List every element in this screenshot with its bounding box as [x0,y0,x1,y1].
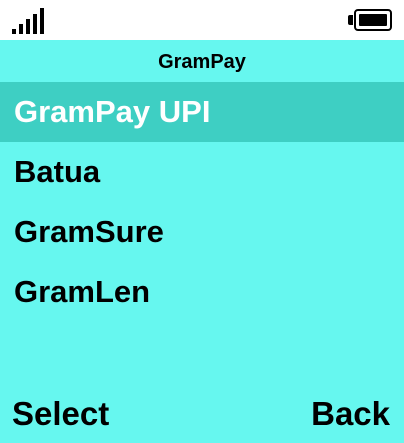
back-softkey[interactable]: Back [311,392,390,436]
page-title: GramPay [158,51,246,73]
feature-phone-screen: GramPay GramPay UPI Batua GramSure GramL… [0,0,404,443]
select-softkey[interactable]: Select [12,392,109,436]
menu-item-gramlen[interactable]: GramLen [0,262,404,322]
status-bar [0,0,404,40]
signal-strength-icon [12,8,46,34]
menu-item-batua[interactable]: Batua [0,142,404,202]
app-menu: GramPay UPI Batua GramSure GramLen [0,82,404,322]
menu-item-gramsure[interactable]: GramSure [0,202,404,262]
menu-item-grampay-upi[interactable]: GramPay UPI [0,82,404,142]
battery-full-icon [348,9,392,31]
